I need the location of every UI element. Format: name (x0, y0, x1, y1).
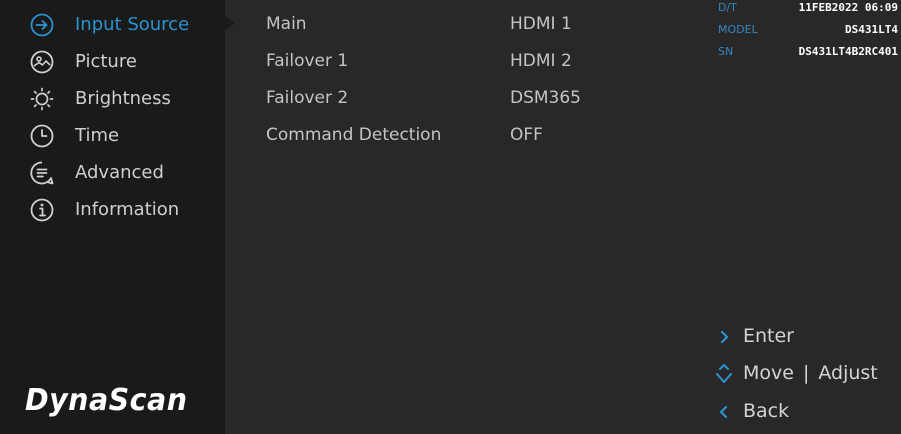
arrow-right-circle-icon (29, 12, 55, 38)
setting-value[interactable]: HDMI 2 (510, 43, 572, 80)
setting-name: Failover 2 (266, 88, 349, 108)
hint-separator: | (802, 362, 810, 384)
brightness-icon (29, 86, 55, 112)
chevron-right-icon (714, 326, 734, 348)
active-item-pointer (225, 16, 235, 30)
menu-item-brightness[interactable]: Brightness (0, 80, 225, 117)
info-value: DS431LT4B2RC401 (798, 45, 898, 58)
menu-item-picture[interactable]: Picture (0, 43, 225, 80)
info-datetime: D/T 11FEB2022 06:09 (718, 0, 898, 18)
setting-name: Command Detection (266, 125, 442, 145)
setting-name: Main (266, 14, 307, 34)
info-value: DS431LT4 (845, 23, 898, 36)
hint-label: Back (743, 400, 790, 422)
advanced-icon (29, 160, 55, 186)
setting-row-failover-2[interactable]: Failover 2 DSM365 (266, 80, 766, 117)
hint-back: Back (710, 393, 900, 430)
setting-row-main[interactable]: Main HDMI 1 (266, 6, 766, 43)
menu-item-label: Picture (75, 51, 137, 72)
info-label: D/T (718, 1, 737, 14)
chevron-up-down-icon (714, 363, 734, 385)
hint-enter: Enter (710, 318, 900, 355)
info-label: MODEL (718, 23, 758, 36)
info-value: 11FEB2022 06:09 (798, 1, 898, 14)
info-icon (29, 197, 55, 223)
menu-item-advanced[interactable]: Advanced (0, 154, 225, 191)
hint-move-adjust: Move | Adjust (710, 355, 900, 392)
menu-item-label: Time (75, 125, 120, 146)
setting-name: Failover 1 (266, 51, 349, 71)
setting-row-command-detection[interactable]: Command Detection OFF (266, 117, 766, 154)
info-model: MODEL DS431LT4 (718, 20, 898, 40)
menu-item-time[interactable]: Time (0, 117, 225, 154)
menu-item-information[interactable]: Information (0, 191, 225, 228)
setting-value[interactable]: HDMI 1 (510, 6, 572, 43)
setting-value[interactable]: DSM365 (510, 80, 581, 117)
setting-row-failover-1[interactable]: Failover 1 HDMI 2 (266, 43, 766, 80)
menu-item-label: Input Source (75, 14, 190, 35)
menu-item-input-source[interactable]: Input Source (0, 6, 225, 43)
dynascan-logo: DynaScan (25, 383, 188, 418)
menu-item-label: Brightness (75, 88, 171, 109)
menu-item-label: Advanced (75, 162, 164, 183)
setting-value[interactable]: OFF (510, 117, 543, 154)
hint-move-label: Move (743, 362, 794, 384)
hint-adjust-label: Adjust (818, 362, 878, 384)
clock-icon (29, 123, 55, 149)
chevron-left-icon (714, 401, 734, 423)
picture-icon (29, 49, 55, 75)
sidebar: Input Source Picture Brightness Time Adv… (0, 0, 225, 434)
info-label: SN (718, 45, 734, 58)
menu-item-label: Information (75, 199, 180, 220)
info-serial: SN DS431LT4B2RC401 (718, 42, 898, 62)
hint-label: Move | Adjust (743, 355, 878, 392)
hint-label: Enter (743, 325, 794, 347)
